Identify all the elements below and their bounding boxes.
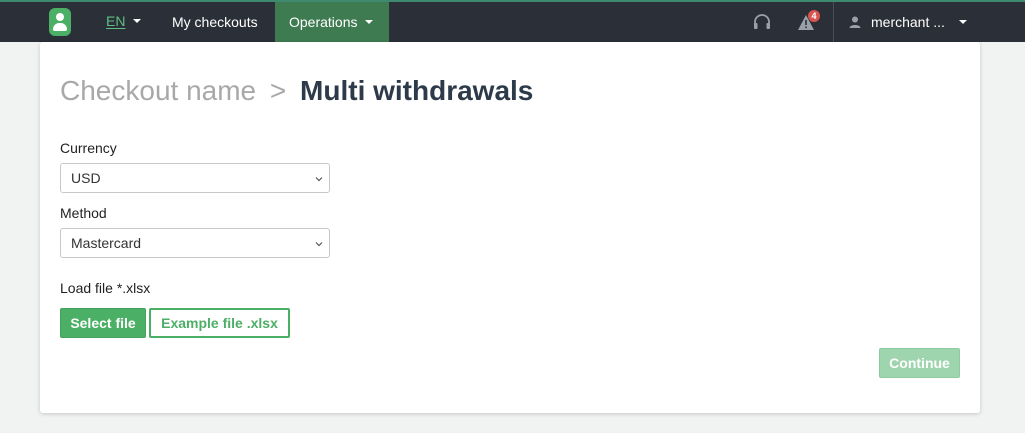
caret-down-icon bbox=[958, 20, 967, 24]
nav-my-checkouts[interactable]: My checkouts bbox=[158, 2, 272, 42]
caret-down-icon bbox=[133, 19, 142, 23]
page-title: Checkout name > Multi withdrawals bbox=[60, 75, 533, 107]
language-dropdown[interactable]: EN bbox=[106, 13, 142, 29]
example-file-button[interactable]: Example file .xlsx bbox=[149, 308, 290, 338]
select-file-button[interactable]: Select file bbox=[60, 308, 146, 338]
nav-my-checkouts-label: My checkouts bbox=[172, 14, 258, 30]
currency-select[interactable]: USD bbox=[60, 163, 330, 193]
headset-icon[interactable] bbox=[752, 12, 772, 32]
breadcrumb-separator: > bbox=[269, 75, 287, 106]
file-label: Load file *.xlsx bbox=[60, 280, 151, 296]
nav-operations-label: Operations bbox=[289, 14, 358, 30]
main-card: Checkout name > Multi withdrawals Curren… bbox=[40, 42, 980, 413]
page-heading: Multi withdrawals bbox=[300, 75, 534, 106]
app-logo[interactable] bbox=[49, 8, 71, 36]
breadcrumb-checkout[interactable]: Checkout name bbox=[60, 75, 256, 106]
chevron-down-icon bbox=[315, 242, 323, 247]
user-name: merchant ... bbox=[871, 14, 945, 30]
method-select[interactable]: Mastercard bbox=[60, 228, 330, 258]
continue-button[interactable]: Continue bbox=[879, 348, 960, 378]
nav-operations[interactable]: Operations bbox=[275, 2, 389, 42]
user-menu[interactable]: merchant ... bbox=[848, 2, 978, 42]
user-icon bbox=[849, 16, 861, 28]
currency-label: Currency bbox=[60, 140, 117, 156]
method-label: Method bbox=[60, 205, 107, 221]
method-value: Mastercard bbox=[71, 235, 142, 251]
top-navbar: EN My checkouts Operations 4 merchant ..… bbox=[0, 0, 1025, 42]
language-label: EN bbox=[106, 13, 126, 29]
currency-value: USD bbox=[71, 170, 101, 186]
alert-count-badge: 4 bbox=[808, 10, 820, 22]
nav-divider bbox=[833, 2, 834, 42]
chevron-down-icon bbox=[315, 177, 323, 182]
caret-down-icon bbox=[365, 20, 374, 24]
